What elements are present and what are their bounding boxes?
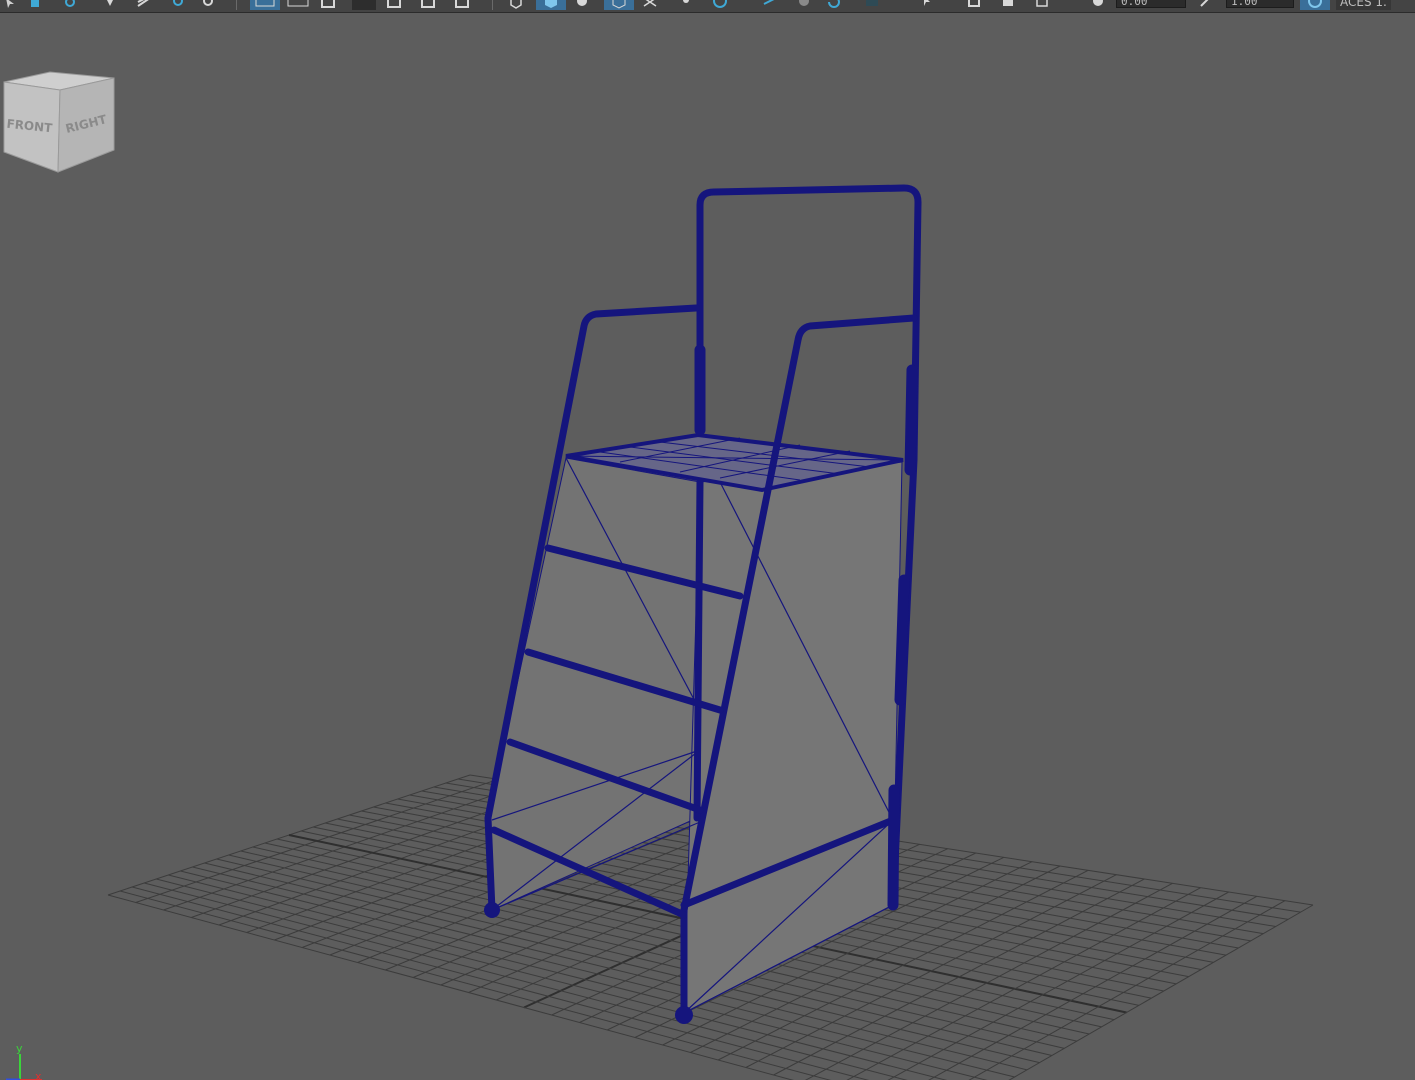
ambient-occlusion-icon[interactable]	[574, 0, 590, 10]
playblast-icon[interactable]	[1000, 0, 1016, 10]
color-space-dropdown[interactable]: ACES 1.	[1336, 0, 1391, 10]
grid-line	[240, 850, 1077, 1042]
lights-icon[interactable]	[508, 0, 524, 10]
grid-line	[216, 858, 1053, 1056]
film-gate-icon[interactable]	[172, 0, 188, 10]
safe-action-icon[interactable]	[250, 0, 280, 10]
grid-toggle-icon[interactable]	[136, 0, 152, 10]
isolate-select-icon[interactable]	[678, 0, 694, 10]
paint-select-icon[interactable]	[62, 0, 78, 10]
lasso-icon[interactable]	[28, 0, 44, 10]
axis-indicator: y x	[6, 1042, 42, 1080]
y-axis-label: y	[16, 1042, 23, 1055]
field-chart-icon[interactable]	[286, 0, 310, 10]
arrow-icon[interactable]	[920, 0, 936, 10]
snapshot-icon[interactable]	[966, 0, 982, 10]
viewport-3d[interactable]: FRONT RIGHT	[0, 13, 1415, 1080]
wireframe-icon[interactable]	[320, 0, 336, 10]
xray-icon[interactable]	[454, 0, 470, 10]
guard-chair-model[interactable]	[484, 184, 922, 1024]
info-icon[interactable]	[1090, 0, 1106, 10]
sculpt-icon[interactable]	[102, 0, 118, 10]
view-transform-icon[interactable]	[1300, 0, 1330, 10]
anti-aliasing-icon[interactable]	[642, 0, 658, 10]
select-icon[interactable]	[4, 0, 20, 10]
wireframe-on-shaded-icon[interactable]	[420, 0, 436, 10]
grid-line	[204, 862, 1040, 1064]
default-material-icon[interactable]	[386, 0, 402, 10]
viewport-canvas[interactable]	[0, 13, 1415, 1080]
x-axis-label: x	[35, 1070, 42, 1080]
grid-line	[192, 866, 1028, 1071]
viewcube[interactable]: FRONT RIGHT	[0, 68, 120, 178]
grid-line	[228, 854, 1065, 1049]
gamma-icon[interactable]	[762, 0, 778, 10]
camera-icon[interactable]	[864, 0, 880, 10]
hud-icon[interactable]	[1034, 0, 1050, 10]
foot-left	[484, 902, 500, 918]
gamma-field-icon[interactable]	[1198, 0, 1214, 10]
motion-blur-icon[interactable]	[604, 0, 634, 10]
color-management-icon[interactable]	[796, 0, 812, 10]
center-post	[693, 478, 704, 822]
shadows-icon[interactable]	[536, 0, 566, 10]
foot-front	[675, 1006, 693, 1024]
toolbar-separator	[236, 0, 237, 10]
gamma-field[interactable]: 1.00	[1226, 0, 1294, 8]
refresh-icon[interactable]	[826, 0, 842, 10]
toolbar-separator	[492, 0, 493, 10]
exposure-field[interactable]: 0.00	[1116, 0, 1186, 8]
smooth-shade-icon[interactable]	[352, 0, 376, 10]
panel-toolbar: 0.00 1.00 ACES 1.	[0, 0, 1415, 13]
exposure-icon[interactable]	[706, 0, 736, 10]
resolution-gate-icon[interactable]	[200, 0, 216, 10]
grid-line	[928, 895, 1258, 1080]
